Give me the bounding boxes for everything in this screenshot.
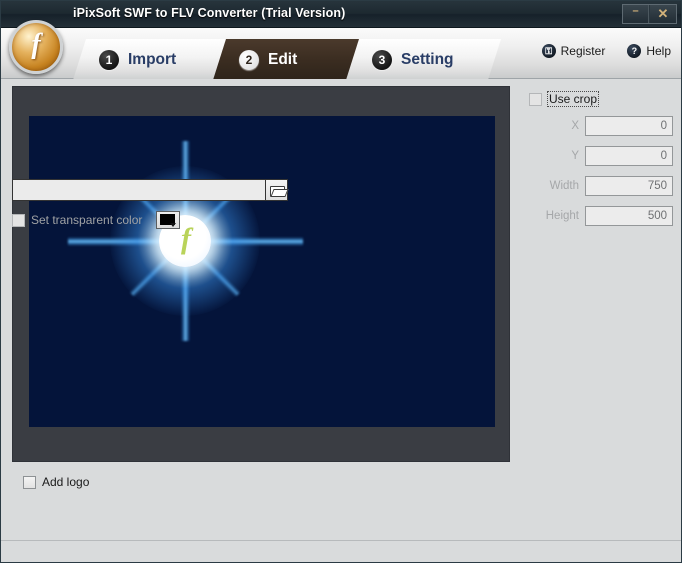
add-logo-label: Add logo bbox=[42, 475, 90, 489]
crop-height-label: Height bbox=[545, 210, 579, 222]
tab-setting-number: 3 bbox=[372, 49, 392, 70]
tab-import-number: 1 bbox=[99, 49, 119, 70]
add-logo-checkbox[interactable] bbox=[23, 475, 36, 489]
flash-f-glyph: f bbox=[181, 222, 191, 255]
help-button[interactable]: ? Help bbox=[627, 44, 671, 58]
set-transparent-color-checkbox[interactable] bbox=[12, 213, 25, 227]
transparent-color-swatch[interactable] bbox=[156, 211, 181, 229]
use-crop-row[interactable]: Use crop bbox=[529, 91, 673, 107]
crop-width-input[interactable]: 750 bbox=[585, 176, 673, 196]
transparent-color-row[interactable]: Set transparent color bbox=[12, 211, 181, 229]
minimize-button[interactable]: – bbox=[623, 5, 649, 23]
use-crop-checkbox[interactable] bbox=[529, 92, 542, 106]
question-icon: ? bbox=[627, 44, 642, 58]
crop-height-input[interactable]: 500 bbox=[585, 206, 673, 226]
register-button[interactable]: ⚿ Register bbox=[541, 44, 606, 58]
tab-setting[interactable]: 3 Setting bbox=[346, 39, 501, 80]
register-label: Register bbox=[560, 44, 606, 58]
set-transparent-color-label: Set transparent color bbox=[31, 213, 143, 227]
crop-panel: Use crop X 0 Y 0 Width 750 Height 500 bbox=[521, 86, 673, 462]
crop-x-label: X bbox=[571, 120, 579, 132]
open-folder-icon bbox=[269, 185, 285, 197]
logo-path-row bbox=[12, 179, 288, 201]
window-title: iPixSoft SWF to FLV Converter (Trial Ver… bbox=[73, 6, 346, 20]
title-bar: iPixSoft SWF to FLV Converter (Trial Ver… bbox=[1, 1, 681, 28]
use-crop-label: Use crop bbox=[546, 91, 600, 107]
header-actions: ⚿ Register ? Help bbox=[541, 44, 671, 58]
window-controls: – ✕ bbox=[622, 4, 677, 24]
preview-panel: f bbox=[12, 86, 510, 462]
chevron-down-icon bbox=[170, 223, 177, 227]
tab-edit-label: Edit bbox=[268, 50, 298, 68]
app-logo-glyph: f bbox=[31, 29, 41, 60]
add-logo-row[interactable]: Add logo bbox=[23, 475, 492, 489]
logo-panel: Add logo bbox=[12, 469, 492, 537]
header-bar: f 1 Import 2 Edit 3 Setting ⚿ Register ?… bbox=[1, 20, 681, 80]
logo-path-input[interactable] bbox=[12, 179, 265, 201]
key-icon: ⚿ bbox=[541, 44, 556, 58]
main-content: f Use crop X 0 Y 0 Width 750 Height 500 … bbox=[1, 79, 681, 542]
crop-x-row: X 0 bbox=[521, 116, 673, 136]
status-bar bbox=[1, 540, 681, 562]
browse-button[interactable] bbox=[265, 179, 288, 201]
tab-setting-label: Setting bbox=[401, 50, 454, 68]
app-logo-icon: f bbox=[9, 20, 63, 74]
tab-edit[interactable]: 2 Edit bbox=[213, 39, 368, 80]
crop-y-row: Y 0 bbox=[521, 146, 673, 166]
tab-import-label: Import bbox=[128, 50, 177, 68]
crop-y-label: Y bbox=[571, 150, 579, 162]
crop-x-input[interactable]: 0 bbox=[585, 116, 673, 136]
tab-edit-number: 2 bbox=[239, 49, 259, 70]
crop-y-input[interactable]: 0 bbox=[585, 146, 673, 166]
crop-width-row: Width 750 bbox=[521, 176, 673, 196]
help-label: Help bbox=[646, 44, 671, 58]
crop-height-row: Height 500 bbox=[521, 206, 673, 226]
close-button[interactable]: ✕ bbox=[650, 5, 676, 23]
swf-preview-stage[interactable]: f bbox=[29, 116, 495, 427]
crop-width-label: Width bbox=[549, 180, 579, 192]
tab-import[interactable]: 1 Import bbox=[73, 39, 228, 80]
application-window: iPixSoft SWF to FLV Converter (Trial Ver… bbox=[0, 0, 682, 563]
